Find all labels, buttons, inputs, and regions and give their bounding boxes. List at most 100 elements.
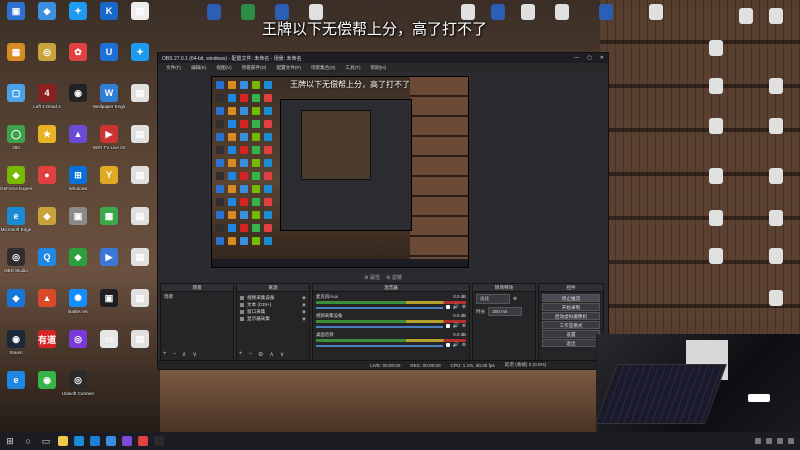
exit-button[interactable]: 退出: [542, 339, 600, 347]
stop-streaming-button[interactable]: 停止推流: [542, 294, 600, 302]
settings-button[interactable]: 设置: [542, 330, 600, 338]
search-icon[interactable]: ○: [22, 435, 34, 447]
add-icon[interactable]: +: [239, 351, 243, 358]
speaker-icon[interactable]: 🔊: [453, 342, 459, 348]
menu-item[interactable]: 配置文件(P): [276, 65, 301, 71]
desktop-shortcut[interactable]: ◎: [31, 43, 63, 63]
desktop-shortcut[interactable]: ⊞ Windows: [62, 166, 94, 191]
desktop-shortcut[interactable]: ◉ Steam: [0, 330, 32, 355]
minimize-icon[interactable]: —: [574, 55, 579, 61]
start-recording-button[interactable]: 开始录制: [542, 303, 600, 311]
remove-icon[interactable]: −: [173, 351, 177, 358]
desktop-shortcut[interactable]: ▶: [93, 248, 125, 268]
desktop-shortcut[interactable]: [232, 4, 264, 22]
tray-icon[interactable]: [788, 438, 794, 444]
desktop-shortcut[interactable]: [700, 248, 732, 266]
desktop-shortcut[interactable]: ▢: [0, 84, 32, 104]
desktop-shortcut[interactable]: ◆: [31, 207, 63, 227]
desktop-shortcut[interactable]: [700, 40, 732, 58]
desktop-shortcut[interactable]: 4 Left 4 Dead 2: [31, 84, 63, 109]
desktop-shortcut[interactable]: ▲: [31, 289, 63, 309]
desktop-shortcut[interactable]: ▶ WiFi TV Live Online: [93, 125, 125, 150]
desktop-shortcut[interactable]: [760, 78, 792, 96]
app-icon[interactable]: [138, 436, 148, 446]
desktop-shortcut[interactable]: ◎ OBS Studio: [0, 248, 32, 273]
desktop-shortcut[interactable]: ▣: [0, 2, 32, 22]
desktop-shortcut[interactable]: ★: [31, 125, 63, 145]
desktop-shortcut[interactable]: ◉: [31, 371, 63, 391]
move-up-icon[interactable]: ∧: [269, 351, 273, 358]
desktop-shortcut[interactable]: ▦: [93, 207, 125, 227]
start-virtual-camera-button[interactable]: 启动虚拟摄像机: [542, 312, 600, 320]
move-down-icon[interactable]: ∨: [192, 351, 196, 358]
desktop-shortcut[interactable]: ▤: [124, 289, 156, 309]
desktop-shortcut[interactable]: [546, 4, 578, 22]
desktop-shortcut[interactable]: ▣: [62, 207, 94, 227]
transition-select[interactable]: 淡化: [476, 294, 510, 304]
menu-item[interactable]: 编辑(E): [191, 65, 206, 71]
eye-icon[interactable]: ◉: [302, 309, 306, 315]
desktop-shortcut[interactable]: [590, 4, 622, 22]
gear-icon[interactable]: ⚙: [462, 304, 466, 310]
volume-slider[interactable]: [316, 325, 443, 328]
desktop-shortcut[interactable]: ◎: [62, 330, 94, 350]
desktop-shortcut[interactable]: ▤: [124, 125, 156, 145]
desktop-shortcut[interactable]: ◆: [31, 2, 63, 22]
desktop-shortcut[interactable]: [198, 4, 230, 22]
desktop-shortcut[interactable]: Q: [31, 248, 63, 268]
move-down-icon[interactable]: ∨: [280, 351, 284, 358]
desktop-shortcut[interactable]: ▤: [124, 2, 156, 22]
desktop-shortcut[interactable]: [700, 210, 732, 228]
remove-icon[interactable]: −: [249, 351, 253, 358]
desktop-shortcut[interactable]: ▤: [124, 166, 156, 186]
desktop-shortcut[interactable]: ◎ Ubisoft Connect: [62, 371, 94, 396]
desktop-shortcut[interactable]: ▲: [62, 125, 94, 145]
desktop-shortcut[interactable]: [512, 4, 544, 22]
speaker-icon[interactable]: 🔊: [453, 304, 459, 310]
desktop-shortcut[interactable]: ◆: [0, 289, 32, 309]
file-explorer-icon[interactable]: [58, 436, 68, 446]
obs-titlebar[interactable]: OBS 27.0.1 (64-bit, windows) - 配置文件: 未命名…: [158, 53, 608, 63]
desktop-shortcut[interactable]: ▦: [0, 43, 32, 63]
properties-button[interactable]: ⚙ 属性: [364, 274, 380, 281]
move-up-icon[interactable]: ∧: [182, 351, 186, 358]
desktop-shortcut[interactable]: [700, 78, 732, 96]
desktop-shortcut[interactable]: [760, 118, 792, 136]
desktop-shortcut[interactable]: e Microsoft Edge: [0, 207, 32, 232]
desktop-shortcut[interactable]: ✿: [62, 43, 94, 63]
desktop-shortcut[interactable]: ▣: [93, 289, 125, 309]
desktop-shortcut[interactable]: ✺ Battle.net: [62, 289, 94, 314]
obs-window[interactable]: OBS 27.0.1 (64-bit, windows) - 配置文件: 未命名…: [157, 52, 609, 370]
add-icon[interactable]: +: [163, 351, 167, 358]
desktop-shortcut[interactable]: [640, 4, 672, 22]
tray-icon[interactable]: [766, 438, 772, 444]
desktop-shortcut[interactable]: ▤: [124, 248, 156, 268]
desktop-shortcut[interactable]: [760, 210, 792, 228]
desktop-shortcut[interactable]: 有道: [31, 330, 63, 350]
desktop-shortcut[interactable]: [760, 8, 792, 26]
desktop-shortcut[interactable]: ●: [31, 166, 63, 186]
desktop-shortcut[interactable]: ◯ 360: [0, 125, 32, 150]
desktop-shortcut[interactable]: U: [93, 43, 125, 63]
eye-icon[interactable]: ◉: [302, 295, 306, 301]
desktop-shortcut[interactable]: ✦: [124, 43, 156, 63]
volume-slider[interactable]: [316, 306, 443, 309]
gear-icon[interactable]: ⚙: [513, 296, 517, 302]
desktop-shortcut[interactable]: ▤: [124, 84, 156, 104]
speaker-icon[interactable]: 🔊: [453, 323, 459, 329]
desktop-shortcut[interactable]: [760, 290, 792, 308]
menu-item[interactable]: 文件(F): [166, 65, 181, 71]
volume-knob[interactable]: [445, 324, 450, 328]
desktop-shortcut[interactable]: ▤: [124, 330, 156, 350]
tray-icon[interactable]: [755, 438, 761, 444]
close-icon[interactable]: ✕: [600, 55, 604, 61]
desktop-shortcut[interactable]: [760, 168, 792, 186]
source-item[interactable]: 视频采集设备 ◉: [240, 294, 306, 301]
desktop-shortcut[interactable]: e: [0, 371, 32, 391]
desktop-shortcut[interactable]: [700, 168, 732, 186]
source-item[interactable]: 显示器采集 ◉: [240, 315, 306, 322]
volume-knob[interactable]: [445, 305, 450, 309]
desktop-shortcut[interactable]: Y: [93, 166, 125, 186]
duration-input[interactable]: 300 ms: [488, 307, 523, 316]
edge-icon[interactable]: [74, 436, 84, 446]
